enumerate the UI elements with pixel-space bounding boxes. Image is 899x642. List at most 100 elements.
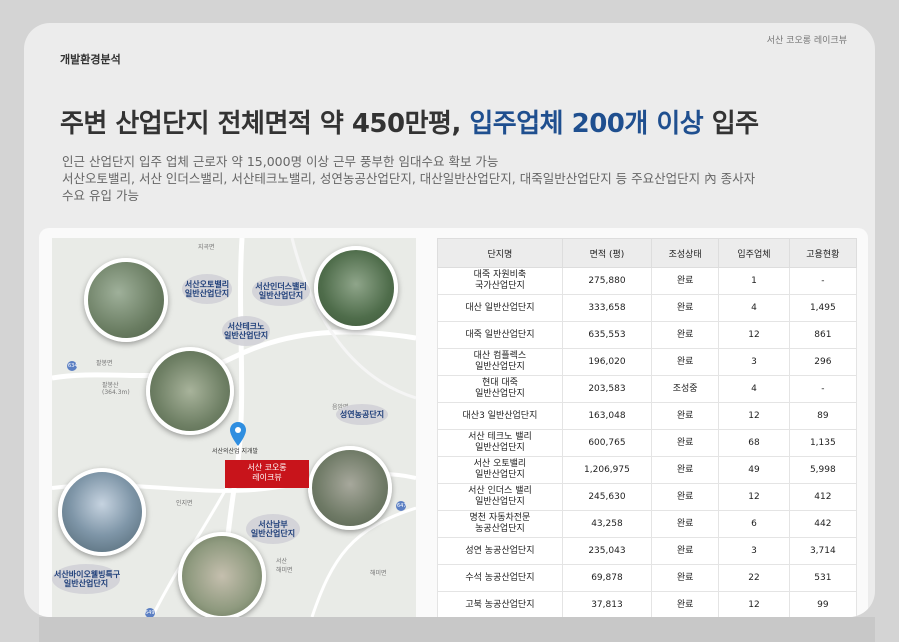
table-cell-status: 완료 [651,537,720,565]
table-cell-companies: 49 [718,456,790,484]
table-cell-name: 서산 인더스 밸리 일반산업단지 [437,483,563,511]
table-cell-companies: 12 [718,402,790,430]
map-text-3: 팔봉산 (364.3m) [102,382,130,396]
aerial-photo-autovalley [84,258,168,342]
table-cell-employment: 89 [788,402,857,430]
table-row: 대죽 자원비축 국가산업단지 275,880 완료 1- [437,267,857,295]
table-cell-name: 성연 농공산업단지 [437,537,563,565]
table-cell-status: 완료 [651,348,720,376]
table-cell-employment: 442 [788,510,857,538]
aerial-photo-seongyeon [308,446,392,530]
table-cell-status: 완료 [651,267,720,295]
aerial-photo-technovalley [146,347,234,435]
table-row: 수석 농공산업단지 69,878 완료 22 531 [437,564,857,592]
table-cell-area: 635,553 [561,321,653,349]
table-cell-employment: 99 [788,591,857,617]
location-pin-icon [230,422,246,446]
table-cell-name: 현대 대죽 일반산업단지 [437,375,563,403]
table-cell-name: 고북 농공산업단지 [437,591,563,617]
table-cell-employment: 412 [788,483,857,511]
table-cell-name: 명천 자동차전문 농공산업단지 [437,510,563,538]
col-header-status: 조성상태 [651,238,720,268]
table-cell-area: 196,020 [561,348,653,376]
table-cell-name: 대죽 일반산업단지 [437,321,563,349]
description-line-3: 수요 유입 가능 [62,188,139,203]
road-number-4: 649 [145,610,155,616]
table-cell-companies: 4 [718,294,790,322]
table-cell-area: 1,206,975 [561,456,653,484]
table-cell-status: 완료 [651,510,720,538]
table-cell-companies: 12 [718,591,790,617]
table-row: 현대 대죽 일반산업단지 203,583 조성중 4- [437,375,857,403]
table-cell-area: 333,658 [561,294,653,322]
col-header-name: 단지명 [437,238,563,268]
table-cell-status: 완료 [651,321,720,349]
col-header-companies: 입주업체 [718,238,790,268]
table-header-row: 단지명 면적 (평) 조성상태 입주업체 고용현황 [437,238,857,268]
table-cell-companies: 12 [718,483,790,511]
content-card: 서산 코오롱 레이크뷰 개발환경분석 주변 산업단지 전체면적 약 450만평,… [24,23,875,617]
table-cell-area: 600,765 [561,429,653,457]
aerial-photo-industvalley [314,246,398,330]
table-row: 성연 농공산업단지 235,043 완료 3 3,714 [437,537,857,565]
description-line-2: 서산오토밸리, 서산 인더스밸리, 서산테크노밸리, 성연농공산업단지, 대산일… [62,171,756,186]
col-header-employment: 고용현황 [788,238,857,268]
table-cell-status: 완료 [651,483,720,511]
industrial-complex-table: 단지명 면적 (평) 조성상태 입주업체 고용현황 대죽 자원비축 국가산업단지… [437,238,857,617]
map-text-1: 지곡면 [198,244,215,251]
brand-label: 서산 코오롱 레이크뷰 [766,36,847,46]
aerial-photo-south [178,532,266,617]
table-cell-area: 43,258 [561,510,653,538]
headline: 주변 산업단지 전체면적 약 450만평, 입주업체 200개 이상 입주 [60,103,759,140]
site-address: 서산의산업 지개발 [212,448,259,455]
table-cell-status: 완료 [651,591,720,617]
table-cell-name: 서산 테크노 밸리 일반산업단지 [437,429,563,457]
table-cell-companies: 1 [718,267,790,295]
industrial-complex-table-wrap: 단지명 면적 (평) 조성상태 입주업체 고용현황 대죽 자원비축 국가산업단지… [437,238,857,617]
table-row: 서산 오토밸리 일반산업단지 1,206,975 완료 49 5,998 [437,456,857,484]
table-row: 대산3 일반산업단지 163,048 완료 12 89 [437,402,857,430]
headline-suffix: 입주 [703,109,759,139]
table-row: 대산 일반산업단지 333,658 완료 4 1,495 [437,294,857,322]
map-text-2: 팔봉면 [96,360,113,367]
table-cell-area: 245,630 [561,483,653,511]
road-number-1: 634 [68,363,78,369]
road-number-3: 647 [397,503,407,509]
location-map: 지곡면 팔봉면 팔봉산 (364.3m) 인지면 음암면 해미면 서산 해미면 … [52,238,416,617]
table-cell-employment: 861 [788,321,857,349]
headline-prefix: 주변 산업단지 전체면적 약 450만평, [60,109,470,139]
map-label-autovalley: 서산오토밸리 일반산업단지 [182,274,232,304]
table-cell-name: 서산 오토밸리 일반산업단지 [437,456,563,484]
table-row: 고북 농공산업단지 37,813 완료 12 99 [437,591,857,617]
table-row: 서산 인더스 밸리 일반산업단지 245,630 완료 12 412 [437,483,857,511]
table-cell-status: 완료 [651,429,720,457]
table-cell-name: 대산 컴플렉스 일반산업단지 [437,348,563,376]
map-text-6: 해미면 [370,570,387,577]
table-cell-name: 수석 농공산업단지 [437,564,563,592]
map-label-bio: 서산바이오웰빙특구 일반산업단지 [52,564,120,594]
map-label-south: 서산남부 일반산업단지 [246,514,300,544]
table-cell-employment: 296 [788,348,857,376]
table-cell-companies: 12 [718,321,790,349]
table-cell-employment: - [788,375,857,403]
col-header-area: 면적 (평) [561,238,653,268]
table-cell-area: 163,048 [561,402,653,430]
map-text-7: 서산 해미면 [276,558,293,574]
map-label-industvalley: 서산인더스밸리 일반산업단지 [252,276,310,306]
map-text-4: 인지면 [176,500,193,507]
table-cell-employment: 3,714 [788,537,857,565]
info-panel: 지곡면 팔봉면 팔봉산 (364.3m) 인지면 음암면 해미면 서산 해미면 … [39,228,868,617]
table-cell-employment: 531 [788,564,857,592]
table-cell-area: 37,813 [561,591,653,617]
section-label: 개발환경분석 [60,53,121,66]
table-cell-employment: 1,495 [788,294,857,322]
site-marker: 서산 코오롱 레이크뷰 [225,460,309,488]
table-cell-area: 275,880 [561,267,653,295]
table-cell-companies: 3 [718,348,790,376]
table-row: 서산 테크노 밸리 일반산업단지 600,765 완료 68 1,135 [437,429,857,457]
map-label-technovalley: 서산테크노 일반산업단지 [222,316,270,346]
table-cell-area: 235,043 [561,537,653,565]
table-cell-status: 완료 [651,456,720,484]
table-row: 명천 자동차전문 농공산업단지 43,258 완료 6 442 [437,510,857,538]
table-cell-area: 203,583 [561,375,653,403]
